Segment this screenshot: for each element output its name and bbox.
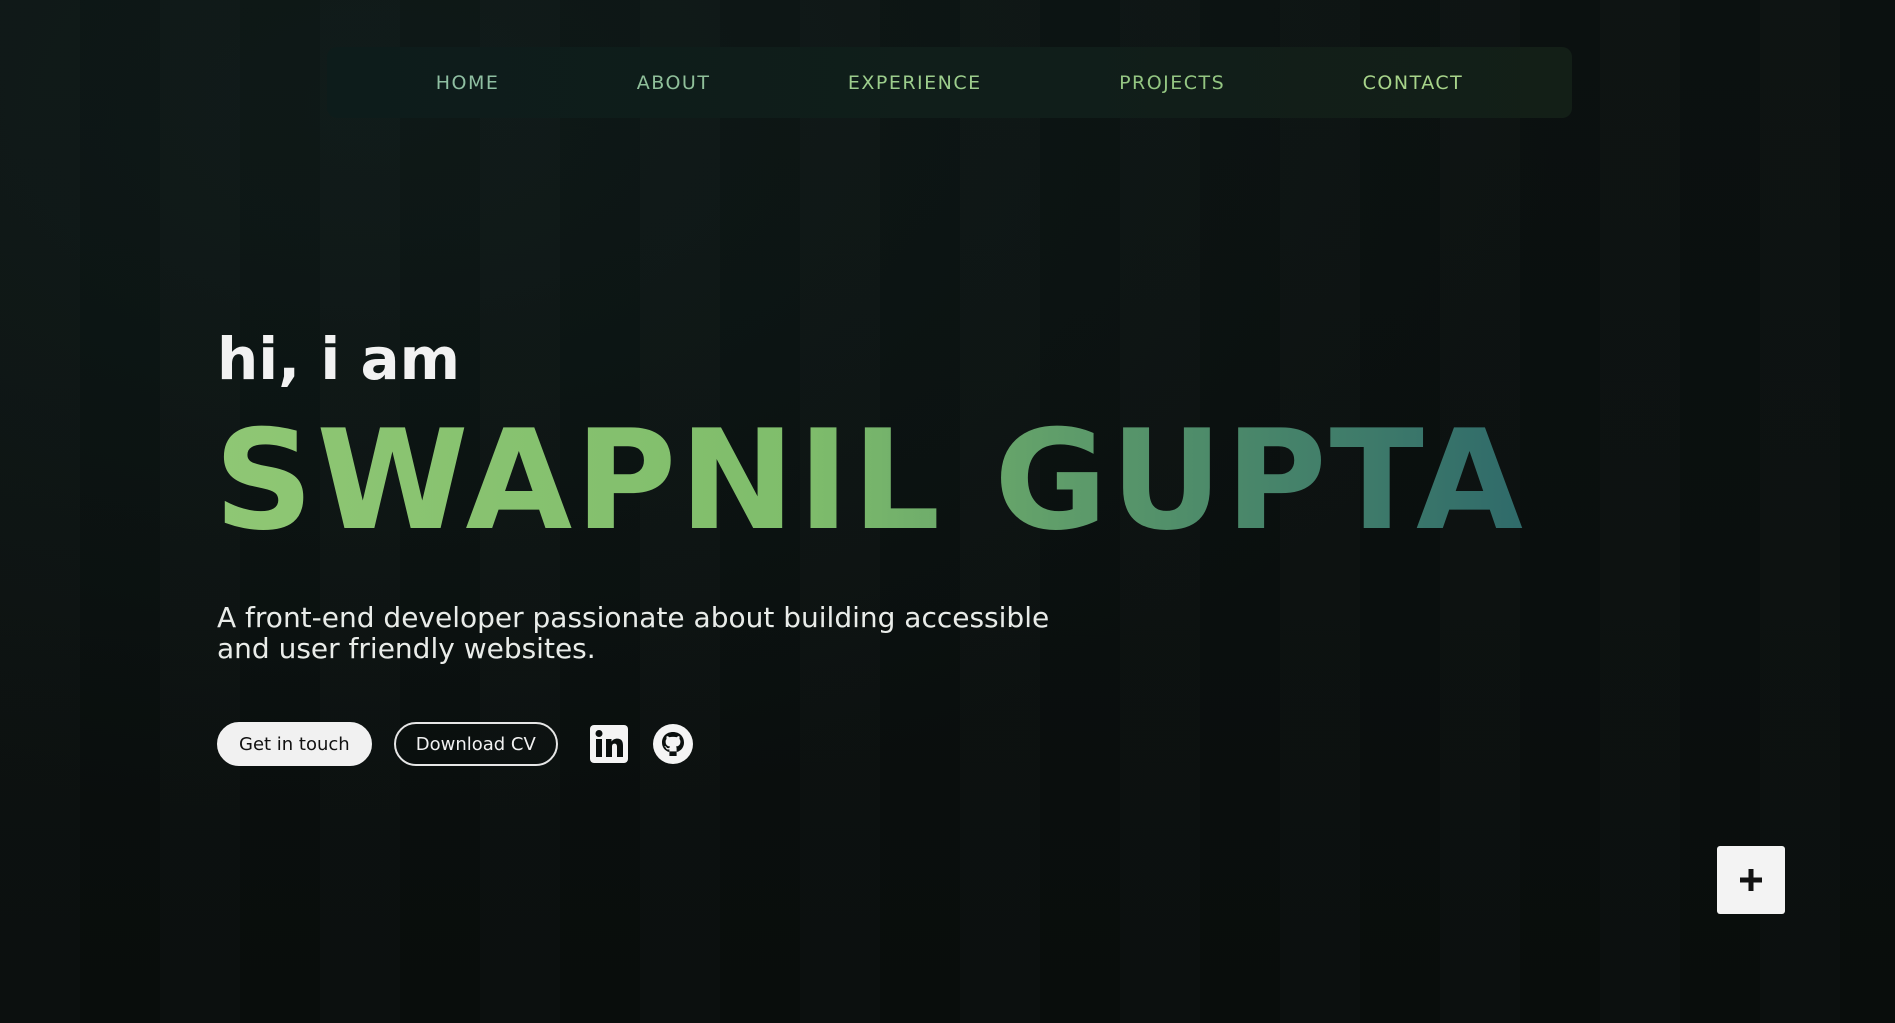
nav-experience[interactable]: EXPERIENCE [848,72,982,94]
nav-home[interactable]: HOME [436,72,500,94]
hero-greeting-wrap: hi, i am [217,330,460,388]
nav-contact[interactable]: CONTACT [1363,72,1464,94]
download-cv-button[interactable]: Download CV [393,722,558,766]
portfolio-page: HOME ABOUT EXPERIENCE PROJECTS CONTACT h… [0,0,1895,1023]
hero-actions: Get in touch Download CV [217,722,694,766]
plus-icon [1740,869,1762,891]
floating-add-button[interactable] [1717,846,1785,914]
github-link[interactable] [652,723,694,765]
hero-greeting: hi, i am [217,325,461,393]
hero-name: SWAPNIL GUPTA [214,400,1526,561]
hero-tagline: A front-end developer passionate about b… [217,601,1050,665]
linkedin-link[interactable] [588,723,630,765]
github-icon [652,724,693,764]
linkedin-icon [589,725,628,763]
nav-projects[interactable]: PROJECTS [1119,72,1225,94]
top-navbar: HOME ABOUT EXPERIENCE PROJECTS CONTACT [327,47,1572,118]
get-in-touch-button[interactable]: Get in touch [217,722,372,766]
nav-about[interactable]: ABOUT [637,72,711,94]
